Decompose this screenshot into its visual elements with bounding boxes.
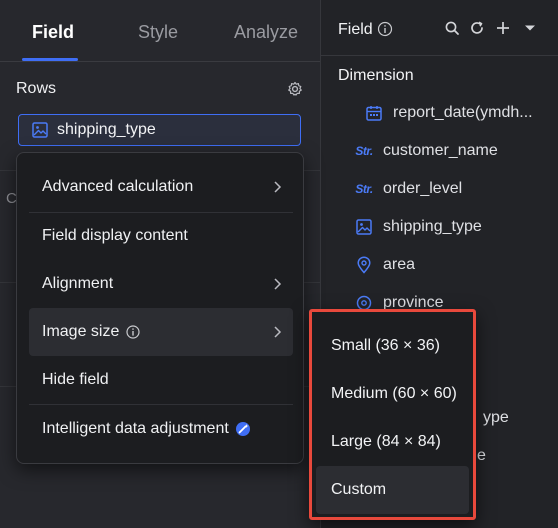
dimension-item[interactable]: Str. customer_name	[355, 139, 498, 163]
dimension-item[interactable]: Str. order_level	[355, 177, 462, 201]
tab-field[interactable]: Field	[32, 22, 74, 43]
image-size-option-large[interactable]: Large (84 × 84)	[316, 418, 469, 466]
dimension-item[interactable]: report_date(ymdh...	[365, 101, 533, 125]
image-size-option-small[interactable]: Small (36 × 36)	[316, 322, 469, 370]
field-list-title: Field	[338, 21, 373, 38]
image-icon	[356, 219, 372, 235]
chevron-right-icon	[274, 326, 282, 338]
search-icon[interactable]	[444, 20, 460, 36]
image-icon	[32, 122, 48, 138]
field-list-header: Field	[321, 0, 558, 56]
menu-item-label: Image size	[42, 323, 120, 340]
menu-item-label: Intelligent data adjustment	[42, 420, 229, 437]
str-icon: Str.	[355, 182, 373, 196]
tab-style[interactable]: Style	[138, 22, 178, 43]
rows-field-chip[interactable]: shipping_type	[18, 114, 301, 146]
menu-item-label: Alignment	[42, 275, 114, 292]
menu-item-field-display-content[interactable]: Field display content	[29, 212, 293, 260]
dimension-item[interactable]: shipping_type	[355, 215, 482, 239]
menu-item-label: Hide field	[42, 371, 109, 388]
str-icon: Str.	[355, 144, 373, 158]
dimension-item[interactable]: area	[355, 253, 415, 277]
image-size-option-medium[interactable]: Medium (60 × 60)	[316, 370, 469, 418]
chevron-right-icon	[274, 181, 282, 193]
dimension-section-title: Dimension	[338, 67, 414, 84]
dimension-label: shipping_type	[383, 218, 482, 235]
image-size-submenu: Small (36 × 36) Medium (60 × 60) Large (…	[309, 309, 476, 520]
menu-item-alignment[interactable]: Alignment	[29, 260, 293, 308]
menu-item-advanced-calculation[interactable]: Advanced calculation	[29, 163, 293, 211]
menu-item-hide-field[interactable]: Hide field	[29, 356, 293, 404]
panel-tabs: Field Style Analyze	[0, 0, 320, 62]
image-size-option-custom[interactable]: Custom	[316, 466, 469, 514]
dimension-label-partial: ype	[483, 409, 509, 426]
info-icon[interactable]	[377, 21, 393, 37]
add-icon[interactable]	[495, 20, 511, 36]
dimension-label: customer_name	[383, 142, 498, 159]
dimension-label: area	[383, 256, 416, 273]
location-icon	[357, 256, 371, 274]
dimension-label: report_date(ymdh...	[393, 104, 533, 121]
caret-down-icon[interactable]	[522, 20, 538, 36]
info-icon[interactable]	[125, 324, 141, 340]
chevron-right-icon	[274, 278, 282, 290]
gear-icon[interactable]	[287, 81, 303, 97]
menu-item-label: Field display content	[42, 227, 188, 244]
field-context-menu: Advanced calculation Field display conte…	[16, 152, 304, 464]
rows-field-label: shipping_type	[57, 121, 156, 138]
magic-icon	[235, 422, 250, 436]
rows-section-title: Rows	[16, 80, 57, 97]
menu-item-image-size[interactable]: Image size	[29, 308, 293, 356]
active-tab-indicator	[22, 58, 78, 61]
refresh-icon[interactable]	[469, 20, 485, 36]
dimension-label-partial: e	[477, 447, 486, 464]
menu-item-intelligent-data-adjustment[interactable]: Intelligent data adjustment	[29, 405, 293, 453]
calendar-icon	[366, 106, 382, 121]
dimension-label: order_level	[383, 180, 463, 197]
menu-item-label: Advanced calculation	[42, 178, 194, 195]
tab-analyze[interactable]: Analyze	[234, 22, 298, 43]
